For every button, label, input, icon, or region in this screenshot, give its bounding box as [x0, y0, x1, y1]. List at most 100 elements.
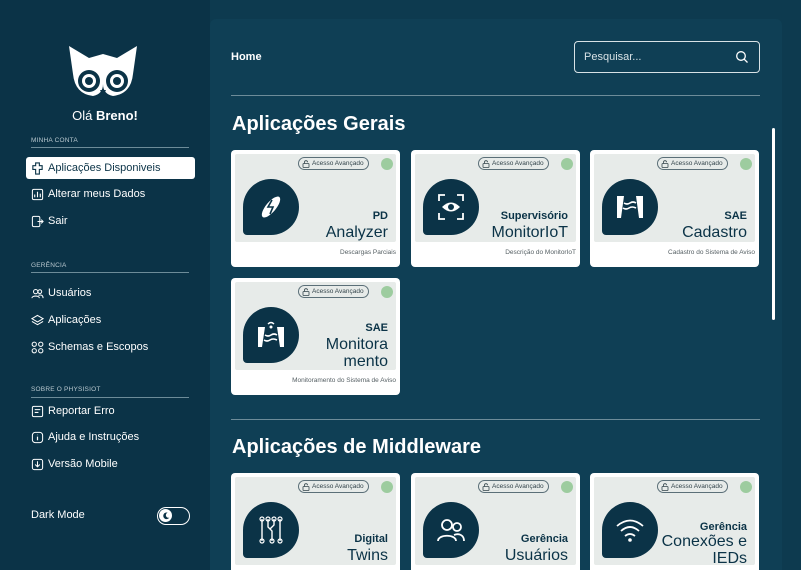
card-description: Descrição do MonitorIoT — [505, 249, 576, 256]
grid-icon — [30, 340, 44, 354]
app-card-digital-twins[interactable]: Acesso Avançado Digital Twins — [231, 473, 400, 570]
card-description: Cadastro do Sistema de Aviso — [668, 249, 755, 256]
header-divider — [231, 95, 760, 96]
card-subtitle-line: Conexões e — [661, 533, 747, 550]
search-icon[interactable] — [735, 50, 749, 64]
card-title: Digital — [354, 533, 388, 545]
app-card-connections-ieds[interactable]: Acesso Avançado Gerência Conexões e IEDs — [590, 473, 759, 570]
lock-icon — [661, 482, 669, 491]
sidebar-divider — [31, 272, 189, 273]
search-box[interactable] — [574, 41, 760, 73]
sidebar-item-schemas[interactable]: Schemas e Escopos — [26, 336, 195, 358]
advanced-access-badge: Acesso Avançado — [657, 157, 728, 170]
info-icon — [30, 430, 44, 444]
sidebar-item-logout[interactable]: Sair — [26, 210, 195, 232]
wifi-icon — [602, 502, 658, 558]
section-divider — [231, 419, 760, 420]
status-dot — [381, 286, 393, 298]
badge-label: Acesso Avançado — [671, 483, 723, 490]
dark-mode-label: Dark Mode — [31, 509, 85, 521]
download-icon — [30, 457, 44, 471]
card-subtitle-line: mento — [343, 353, 388, 370]
sidebar-item-available-apps[interactable]: Aplicações Disponiveis — [26, 157, 195, 179]
app-card-user-management[interactable]: Acesso Avançado Gerência Usuários — [411, 473, 580, 570]
report-icon — [30, 404, 44, 418]
sidebar-item-label: Schemas e Escopos — [48, 341, 149, 353]
advanced-access-badge: Acesso Avançado — [298, 285, 369, 298]
layers-icon — [30, 313, 44, 327]
sidebar-section-title-about: SOBRE O PHYSISIOT — [31, 386, 101, 393]
circuit-icon — [243, 502, 299, 558]
card-subtitle-line: Analyzer — [325, 224, 388, 241]
advanced-access-badge: Acesso Avançado — [298, 480, 369, 493]
sidebar-divider — [31, 147, 189, 148]
section-heading-general: Aplicações Gerais — [232, 113, 405, 136]
card-subtitle-line: MonitorIoT — [491, 224, 568, 241]
card-subtitle: Usuários — [505, 547, 568, 564]
card-body: Acesso Avançado Supervisório MonitorIoT — [415, 154, 576, 242]
search-input[interactable] — [584, 51, 724, 63]
status-dot — [740, 481, 752, 493]
puzzle-icon — [30, 161, 44, 175]
discharge-icon — [243, 179, 299, 235]
app-card-pd-analyzer[interactable]: Acesso Avançado PD Analyzer Descargas Pa… — [231, 150, 400, 267]
sidebar-section-title-account: MINHA CONTA — [31, 137, 78, 144]
card-subtitle-line: IEDs — [712, 550, 747, 567]
card-description: Descargas Parciais — [340, 249, 396, 256]
badge-label: Acesso Avançado — [492, 160, 544, 167]
badge-label: Acesso Avançado — [312, 483, 364, 490]
app-card-sae-cadastro[interactable]: Acesso Avançado SAE Cadastro Cadastro do… — [590, 150, 759, 267]
card-title: Gerência — [520, 533, 568, 545]
card-body: Acesso Avançado Gerência Usuários — [415, 477, 576, 565]
status-dot — [740, 158, 752, 170]
dark-mode-toggle[interactable] — [157, 507, 190, 525]
card-body: Acesso Avançado Digital Twins — [235, 477, 396, 565]
lock-icon — [661, 159, 669, 168]
advanced-access-badge: Acesso Avançado — [478, 157, 549, 170]
breadcrumb[interactable]: Home — [231, 51, 262, 63]
status-dot — [381, 481, 393, 493]
sidebar-item-report-error[interactable]: Reportar Erro — [26, 400, 195, 422]
section-heading-middleware: Aplicações de Middleware — [232, 436, 481, 459]
card-subtitle-line: Twins — [347, 547, 388, 564]
sidebar-divider — [31, 397, 189, 398]
card-title: Gerência — [699, 521, 747, 533]
badge-label: Acesso Avançado — [312, 160, 364, 167]
sidebar-item-mobile-version[interactable]: Versão Mobile — [26, 453, 195, 475]
card-subtitle: Conexões e IEDs — [662, 533, 747, 567]
eye-scan-icon — [423, 179, 479, 235]
lock-icon — [302, 482, 310, 491]
card-subtitle: Monitora mento — [326, 336, 388, 370]
sidebar-item-label: Aplicações Disponiveis — [48, 162, 161, 174]
badge-label: Acesso Avançado — [492, 483, 544, 490]
status-dot — [381, 158, 393, 170]
status-dot — [561, 158, 573, 170]
app-card-sae-monitoramento[interactable]: Acesso Avançado SAE Monitora mento Monito… — [231, 278, 400, 395]
card-body: Acesso Avançado SAE Monitora mento — [235, 282, 396, 370]
card-description: Monitoramento do Sistema de Aviso — [292, 377, 396, 384]
section-heading-light: Aplicações de — [232, 436, 367, 458]
users-icon — [30, 286, 44, 300]
lock-icon — [302, 287, 310, 296]
main-content: Home Aplicações Gerais Acesso Avançado P… — [210, 19, 782, 570]
card-title: Supervisório — [500, 210, 568, 222]
lock-icon — [482, 482, 490, 491]
card-subtitle-line: Usuários — [504, 547, 568, 564]
scrollbar-thumb[interactable] — [772, 128, 775, 320]
badge-label: Acesso Avançado — [671, 160, 723, 167]
lock-icon — [302, 159, 310, 168]
sidebar-item-edit-data[interactable]: Alterar meus Dados — [26, 183, 195, 205]
card-body: Acesso Avançado PD Analyzer — [235, 154, 396, 242]
card-subtitle: Twins — [347, 547, 388, 564]
chart-icon — [30, 187, 44, 201]
sidebar-item-help[interactable]: Ajuda e Instruções — [26, 426, 195, 448]
sidebar: Olá Breno! MINHA CONTA Aplicações Dispon… — [0, 0, 210, 570]
sidebar-item-label: Aplicações — [48, 314, 102, 326]
sidebar-item-label: Usuários — [48, 287, 92, 299]
sidebar-item-users[interactable]: Usuários — [26, 282, 195, 304]
card-subtitle: MonitorIoT — [492, 224, 568, 241]
sidebar-item-applications[interactable]: Aplicações — [26, 309, 195, 331]
card-subtitle: Cadastro — [682, 224, 747, 241]
user-greeting: Olá Breno! — [0, 108, 210, 123]
app-card-monitoriot[interactable]: Acesso Avançado Supervisório MonitorIoT … — [411, 150, 580, 267]
